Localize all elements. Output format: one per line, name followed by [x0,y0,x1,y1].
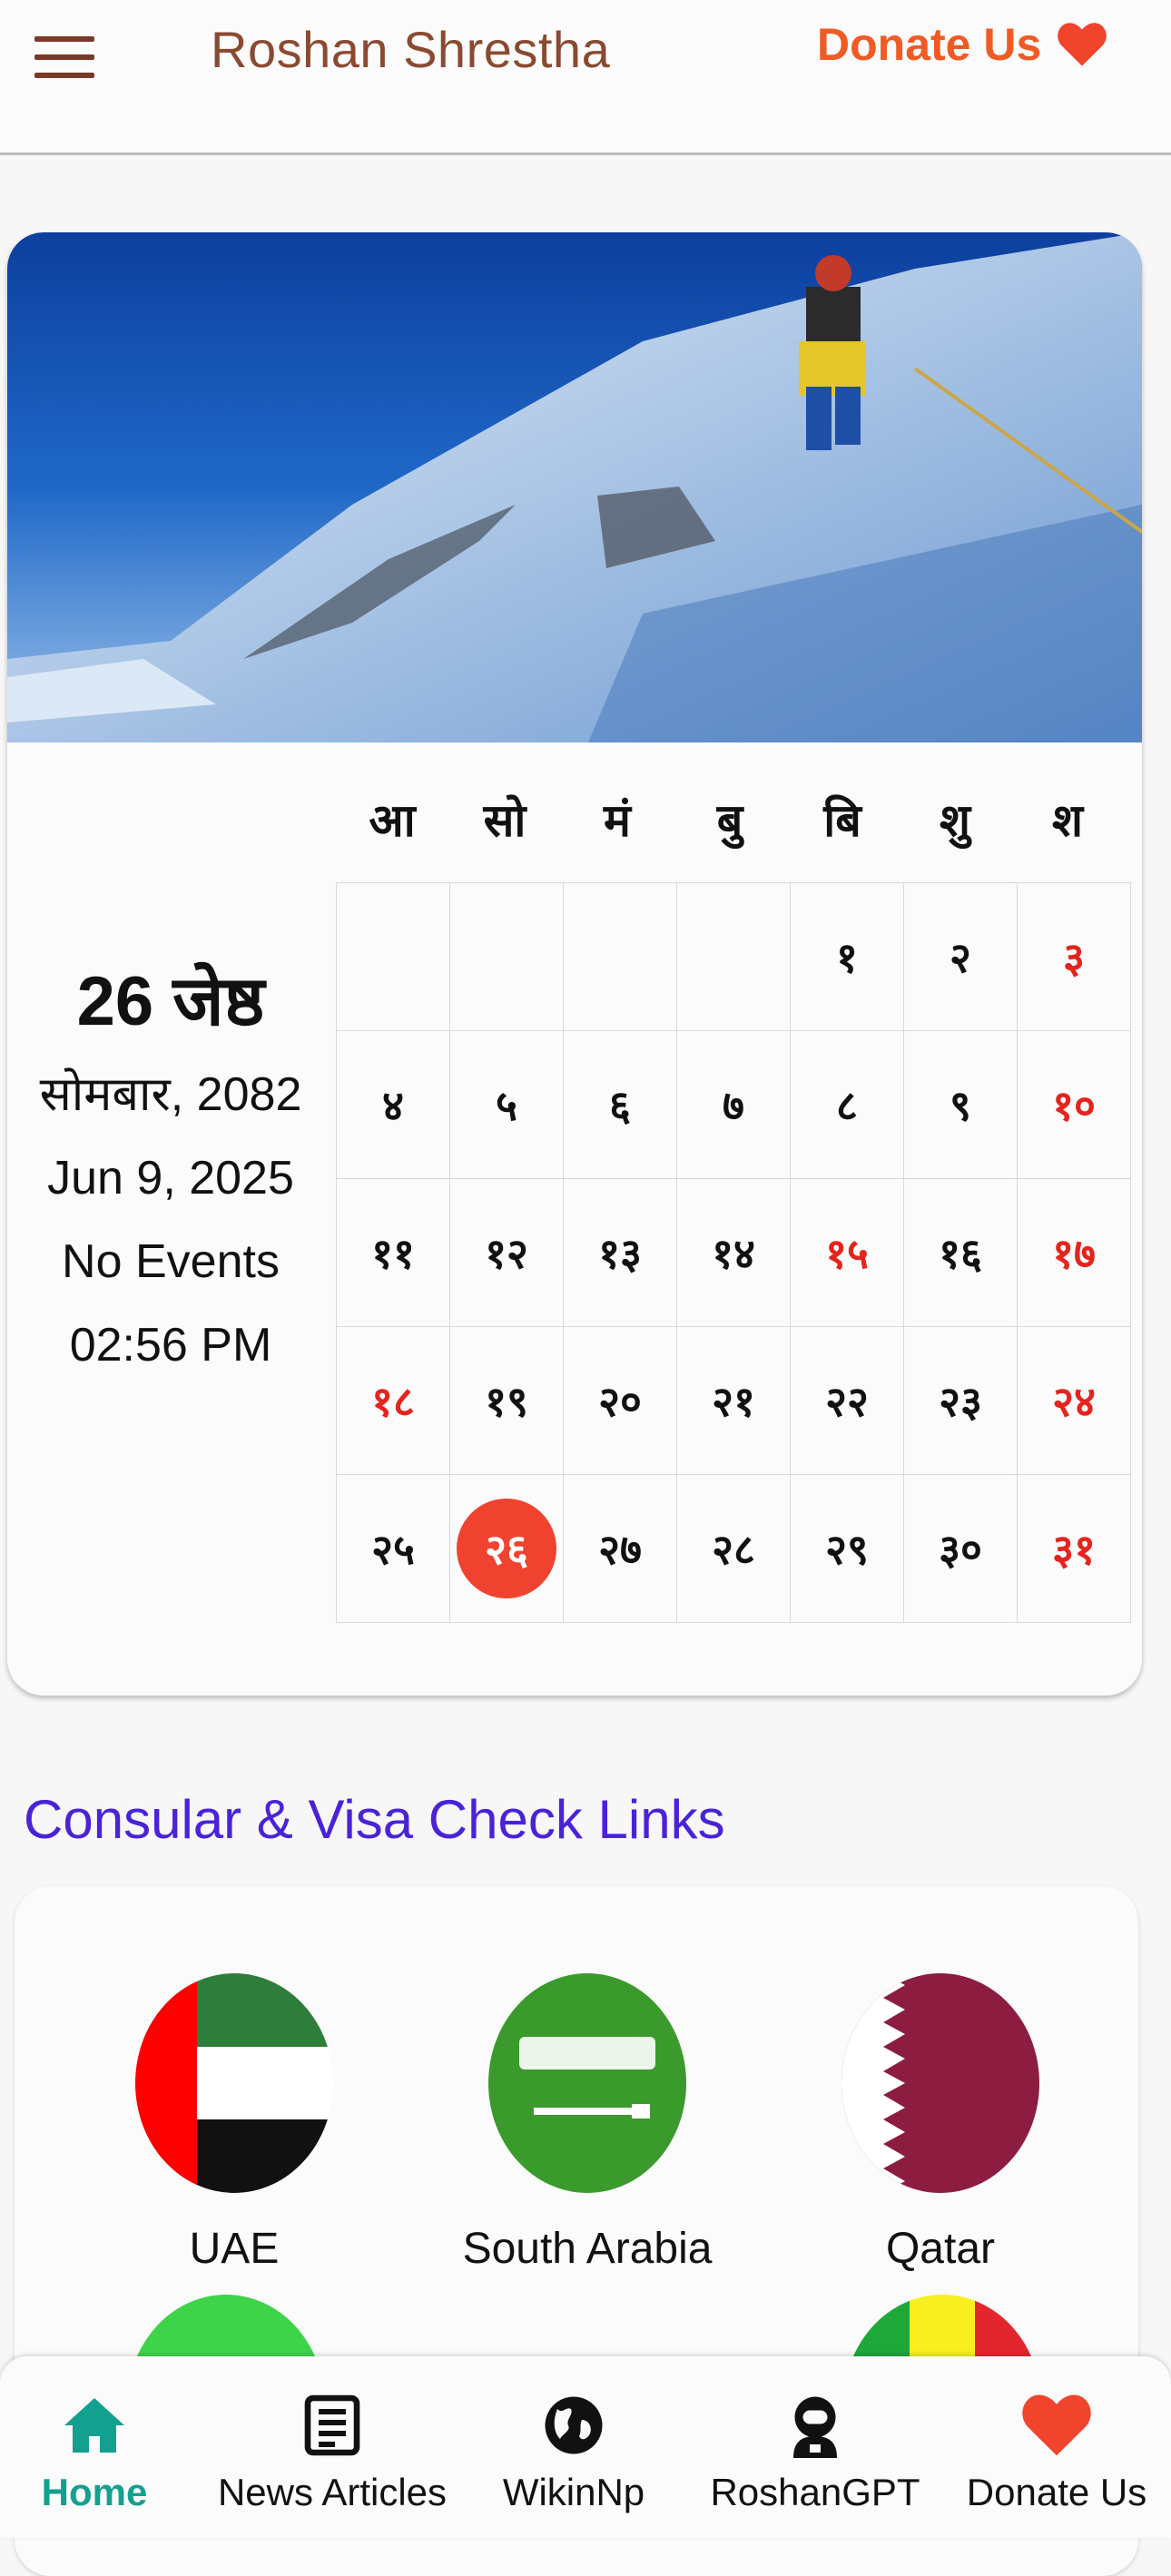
saudi-flag-icon [488,1973,686,2193]
events-text: No Events [62,1235,280,1288]
weekday-label: मं [604,794,631,847]
astronaut-icon [793,2396,837,2458]
nav-label: RoshanGPT [710,2471,920,2513]
calendar-day-cell[interactable]: १० [1018,1031,1131,1179]
nepali-date: 26 जेष्ठ [76,963,265,1040]
banner-image [7,232,1142,742]
country-label: Qatar [885,2225,996,2273]
nav-label: Home [41,2471,148,2513]
calendar-card: 26 जेष्ठ सोमबार, 2082 Jun 9, 2025 No Eve… [7,232,1142,1696]
donate-button[interactable]: Donate Us [817,18,1107,71]
weekday-label: शु [940,794,970,847]
globe-icon [545,2396,603,2454]
country-link-uae[interactable]: UAE [71,1973,398,2274]
today-marker: २६ [457,1499,556,1598]
calendar-day-cell[interactable]: ६ [564,1031,677,1179]
calendar-day-cell[interactable]: २६ [450,1475,564,1623]
calendar-day-cell[interactable]: ९ [904,1031,1018,1179]
calendar-day-cell[interactable]: ७ [677,1031,791,1179]
qatar-flag-icon [841,1973,1039,2193]
selected-date-panel: 26 जेष्ठ सोमबार, 2082 Jun 9, 2025 No Eve… [7,959,334,1387]
calendar-day-cell[interactable]: १ [791,883,904,1031]
calendar-day-cell[interactable]: ३ [1018,883,1131,1031]
nav-label: News Articles [217,2471,448,2513]
weekday-label: सो [483,794,526,847]
weekday-label: श [1052,794,1083,847]
app-title: Roshan Shrestha [211,21,611,78]
nav-news-articles[interactable]: News Articles [214,2393,450,2514]
weekday-label: बु [716,794,743,847]
calendar-empty-cell [450,883,564,1031]
calendar-day-cell[interactable]: ३० [904,1475,1018,1623]
weekday-year: सोमबार, 2082 [39,1068,302,1121]
calendar-day-cell[interactable]: १२ [450,1179,564,1327]
calendar-day-cell[interactable]: २ [904,883,1018,1031]
weekday-label: आ [369,794,416,847]
calendar-empty-cell [677,883,791,1031]
calendar-day-cell[interactable]: ८ [791,1031,904,1179]
calendar-day-cell[interactable]: २५ [337,1475,450,1623]
calendar-day-cell[interactable]: ४ [337,1031,450,1179]
weekday-header: आ सो मं बु बि शु श [336,788,1135,850]
article-icon [304,2394,360,2456]
current-time: 02:56 PM [69,1319,272,1372]
country-label: UAE [189,2225,280,2273]
calendar-day-cell[interactable]: १८ [337,1327,450,1475]
calendar-day-cell[interactable]: २१ [677,1327,791,1475]
home-icon [64,2398,124,2453]
nav-label: WikinNp [502,2471,645,2513]
hamburger-icon[interactable] [34,36,94,78]
app-header: Roshan Shrestha Donate Us [0,0,1171,155]
consular-section-title: Consular & Visa Check Links [24,1789,725,1850]
nav-roshangpt[interactable]: RoshanGPT [697,2393,933,2514]
calendar-day-cell[interactable]: १३ [564,1179,677,1327]
calendar-day-cell[interactable]: २७ [564,1475,677,1623]
calendar-day-cell[interactable]: २३ [904,1327,1018,1475]
donate-label: Donate Us [817,19,1042,70]
calendar-day-cell[interactable]: १७ [1018,1179,1131,1327]
calendar-empty-cell [337,883,450,1031]
nav-donate-us[interactable]: Donate Us [939,2393,1171,2514]
heart-icon [1022,2394,1091,2456]
nav-label: Donate Us [966,2471,1147,2513]
weekday-label: बि [823,794,861,847]
calendar-day-cell[interactable]: २२ [791,1327,904,1475]
country-link-saudi[interactable]: South Arabia [424,1973,751,2274]
gregorian-date: Jun 9, 2025 [47,1152,294,1204]
bottom-navigation: Home News Articles WikinNp RoshanGPT Don… [0,2356,1171,2538]
calendar-day-cell[interactable]: २९ [791,1475,904,1623]
calendar-day-cell[interactable]: १४ [677,1179,791,1327]
country-label: South Arabia [462,2225,713,2273]
calendar-empty-cell [564,883,677,1031]
calendar-day-cell[interactable]: २० [564,1327,677,1475]
calendar-day-cell[interactable]: ३१ [1018,1475,1131,1623]
nav-home[interactable]: Home [0,2393,212,2514]
heart-icon [1058,23,1107,66]
calendar-day-cell[interactable]: ५ [450,1031,564,1179]
calendar-day-cell[interactable]: १५ [791,1179,904,1327]
calendar-grid: १ २ ३ ४ ५ ६ ७ ८ ९ १० ११ १२ १३ १४ १५ १६ १७ १८ १९ २० २१ २२ २३ २४ २… [336,882,1132,1623]
uae-flag-icon [135,1973,333,2193]
country-link-qatar[interactable]: Qatar [777,1973,1104,2274]
calendar-day-cell[interactable]: १६ [904,1179,1018,1327]
nav-wikinnp[interactable]: WikinNp [456,2393,692,2514]
calendar-day-cell[interactable]: ११ [337,1179,450,1327]
calendar-day-cell[interactable]: २४ [1018,1327,1131,1475]
calendar-day-cell[interactable]: १९ [450,1327,564,1475]
calendar-day-cell[interactable]: २८ [677,1475,791,1623]
